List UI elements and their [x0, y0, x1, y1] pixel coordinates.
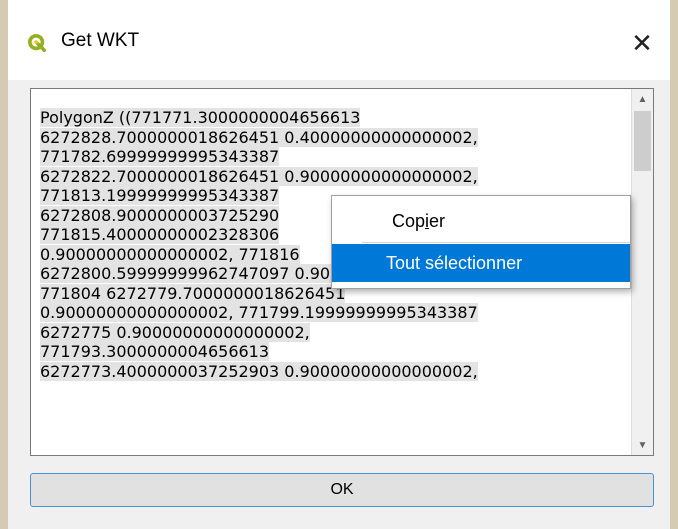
wkt-line-text: 0.90000000000000002, 771816	[40, 244, 300, 264]
menu-separator	[362, 242, 630, 243]
scroll-down-arrow-icon[interactable]: ▼	[632, 435, 653, 455]
title-bar: Get WKT ✕	[8, 0, 670, 80]
wkt-line-text: 0.90000000000000002, 771799.199999999953…	[40, 303, 478, 322]
wkt-text-line: 771782.69999999995343387	[40, 147, 623, 167]
get-wkt-dialog: Get WKT ✕ PolygonZ ((771771.300000000465…	[8, 0, 670, 529]
qgis-logo-icon	[28, 34, 46, 52]
wkt-text-line: 0.90000000000000002, 771799.199999999953…	[40, 303, 623, 323]
close-button[interactable]: ✕	[614, 20, 670, 66]
wkt-text-line: 6272822.7000000018626451 0.9000000000000…	[40, 166, 623, 187]
wkt-line-text: PolygonZ ((771771.3000000004656613	[40, 108, 361, 127]
close-icon[interactable]: ✕	[631, 28, 653, 59]
wkt-line-text: 6272808.9000000003725290	[40, 205, 280, 225]
wkt-line-text: 6272822.7000000018626451 0.9000000000000…	[40, 166, 478, 186]
wkt-line-text: 6272828.7000000018626451 0.4000000000000…	[40, 127, 478, 147]
wkt-text-line: 6272828.7000000018626451 0.4000000000000…	[40, 127, 623, 148]
context-menu: Cop i er Tout sélectionner	[331, 195, 631, 289]
copy-label-part1: Cop	[392, 210, 426, 231]
wkt-text-line: 6272773.4000000037252903 0.9000000000000…	[40, 361, 623, 382]
ok-button[interactable]: OK	[30, 473, 654, 507]
wkt-line-text: 771813.19999999995343387	[40, 186, 280, 205]
copy-label-part2: er	[429, 210, 446, 231]
wkt-line-text: 771782.69999999995343387	[40, 147, 280, 166]
wkt-line-text: 6272775 0.90000000000000002,	[40, 322, 310, 342]
scroll-thumb[interactable]	[634, 111, 651, 171]
scroll-up-arrow-icon[interactable]: ▲	[632, 89, 653, 109]
wkt-text-line: 6272775 0.90000000000000002,	[40, 322, 623, 343]
wkt-line-text: 6272773.4000000037252903 0.9000000000000…	[40, 361, 478, 381]
window-title: Get WKT	[61, 30, 140, 51]
wkt-line-text: 771815.40000000002328306	[40, 225, 280, 244]
wkt-line-text: 771793.3000000004656613	[40, 342, 270, 361]
wkt-line-text: 771804 6272779.7000000018626451	[40, 283, 346, 303]
menu-item-select-all[interactable]: Tout sélectionner	[332, 244, 630, 282]
background-window-edge-right	[670, 0, 678, 529]
background-window-edge-left	[0, 0, 8, 529]
wkt-text-line: PolygonZ ((771771.3000000004656613	[40, 108, 623, 128]
vertical-scrollbar[interactable]: ▲ ▼	[631, 89, 653, 455]
menu-item-copy[interactable]: Cop i er	[332, 202, 630, 240]
wkt-text-line: 771793.3000000004656613	[40, 342, 623, 362]
